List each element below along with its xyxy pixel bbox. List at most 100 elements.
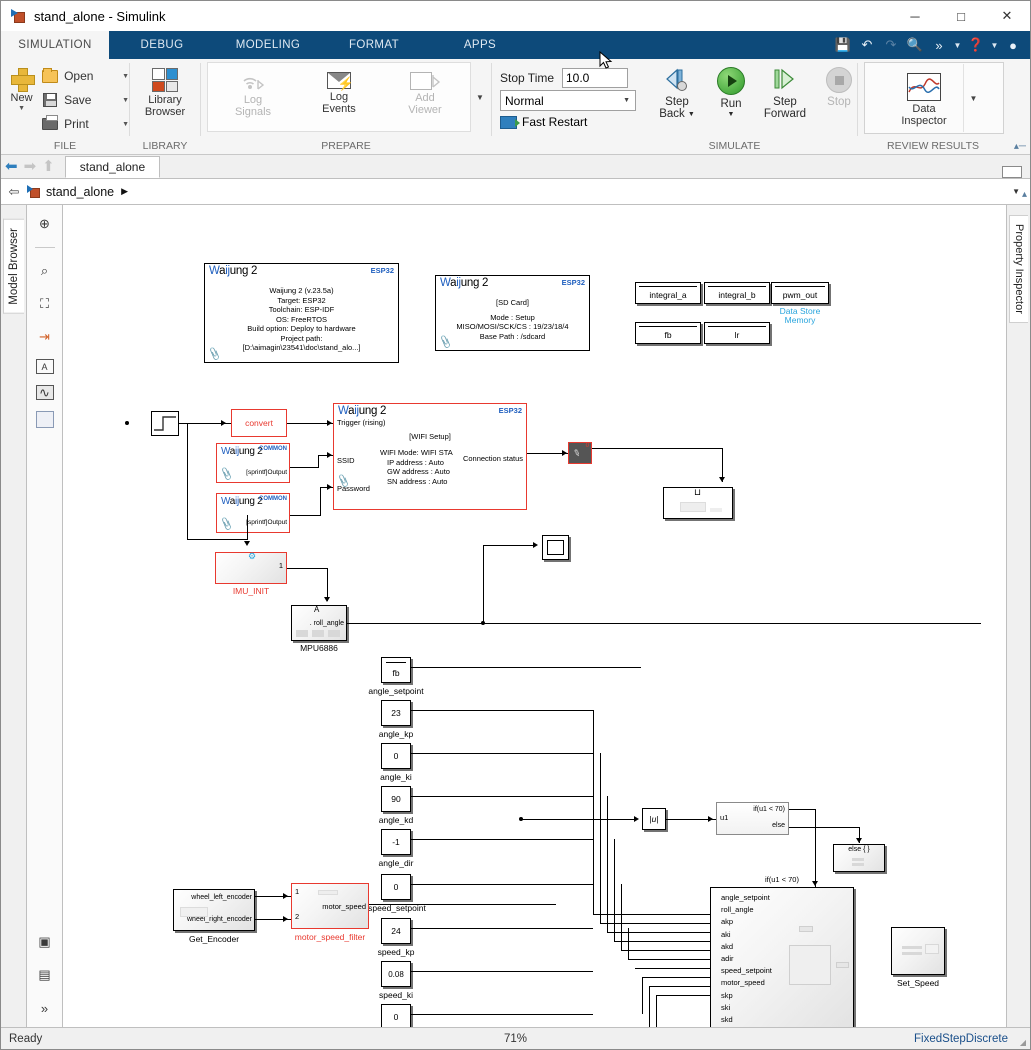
run-chevron-down-icon[interactable]: ▼ <box>728 111 735 118</box>
area-icon[interactable] <box>35 411 54 428</box>
save-icon[interactable]: 💾 <box>832 35 854 56</box>
data-store-lr[interactable]: lr <box>704 322 770 344</box>
close-button[interactable]: ✕ <box>984 1 1030 31</box>
breadcrumb-chevron-down-icon[interactable]: ▼ <box>1012 187 1020 196</box>
get-encoder-block[interactable]: wheel_left_encoder wheel_right_encoder <box>173 889 255 931</box>
redo-icon[interactable]: ↷ <box>880 35 902 56</box>
scope-block[interactable] <box>542 535 569 560</box>
constant-speed-setpoint[interactable]: 0 <box>381 874 411 900</box>
open-button[interactable]: Open ▼ <box>40 64 129 88</box>
constant-angle-dir[interactable]: -1 <box>381 829 411 855</box>
prepare-overflow-chevron-icon[interactable]: ▼ <box>471 62 489 132</box>
shortcuts-icon[interactable]: » <box>928 35 950 56</box>
legend-icon[interactable]: ▤ <box>34 964 56 986</box>
model-canvas[interactable]: Waijung 2 ESP32 Waijung 2 (v.23.5a) Targ… <box>63 205 1006 1027</box>
data-store-integral-b[interactable]: integral_b <box>704 282 770 304</box>
status-zoom-level[interactable]: 71% <box>504 1033 527 1045</box>
annotation-icon[interactable]: A <box>35 359 54 374</box>
if-block[interactable]: u1 if(u1 < 70) else <box>716 802 789 835</box>
signal-routing-icon[interactable]: ⇥ <box>34 326 56 348</box>
save-button[interactable]: Save ▼ <box>40 88 129 112</box>
status-solver[interactable]: FixedStepDiscrete <box>914 1033 1008 1045</box>
tab-modeling[interactable]: MODELING <box>215 31 321 59</box>
property-inspector-label[interactable]: Property Inspector <box>1009 215 1028 323</box>
abs-block[interactable]: |u| <box>642 808 666 830</box>
pulse-display-block[interactable]: ⊔ <box>663 487 733 519</box>
save-chevron-down-icon[interactable]: ▼ <box>106 97 129 104</box>
data-inspector-button[interactable]: Data Inspector <box>885 69 963 127</box>
data-store-fb[interactable]: fb <box>635 322 701 344</box>
model-browser-label[interactable]: Model Browser <box>3 219 24 314</box>
help-chevron-down-icon[interactable]: ▼ <box>989 41 1000 50</box>
open-chevron-down-icon[interactable]: ▼ <box>106 73 129 80</box>
constant-angle-setpoint[interactable]: fb <box>381 657 411 683</box>
scope-icon[interactable]: ∿ <box>35 385 54 400</box>
log-signals-button[interactable]: Log Signals <box>210 68 296 118</box>
constant-speed-kd[interactable]: 0 <box>381 1004 411 1027</box>
file-tab-stand-alone[interactable]: stand_alone <box>64 156 161 178</box>
resize-grip-icon[interactable]: ◢ <box>1020 1038 1026 1047</box>
maximize-button[interactable]: □ <box>938 1 984 31</box>
imu-init-block[interactable]: ⚙ 1 <box>215 551 287 584</box>
sprintf-password-block[interactable]: Waijung 2 COMMON [sprintf]Output 📎 <box>216 493 290 533</box>
wifi-setup-block[interactable]: Waijung 2 ESP32 Trigger (rising) SSID Pa… <box>333 403 527 510</box>
step-source-block[interactable] <box>151 411 179 436</box>
data-store-pwm-out[interactable]: pwm_out <box>771 282 829 304</box>
help-icon[interactable]: ❓ <box>965 35 987 56</box>
zoom-icon[interactable]: ⌕ <box>34 260 56 282</box>
step-back-button[interactable]: Step Back ▼ <box>650 67 704 120</box>
waijung-setup-block[interactable]: Waijung 2 ESP32 Waijung 2 (v.23.5a) Targ… <box>204 263 399 363</box>
nav-back-icon[interactable]: ⬅ <box>5 157 18 175</box>
print-button[interactable]: Print ▼ <box>40 112 129 136</box>
scope-small-block[interactable]: 0 ✎ <box>568 442 592 464</box>
keyboard-icon[interactable] <box>1002 166 1022 178</box>
motor-speed-filter-block[interactable]: 1 2 motor_speed <box>291 883 369 929</box>
stop-time-input[interactable] <box>562 68 628 88</box>
undo-icon[interactable]: ↶ <box>856 35 878 56</box>
snapshot-icon[interactable]: ▣ <box>34 931 56 953</box>
library-browser-button[interactable]: Library Browser <box>132 64 198 118</box>
tab-apps[interactable]: APPS <box>427 31 533 59</box>
new-chevron-down-icon[interactable]: ▼ <box>18 105 25 113</box>
fit-to-view-icon[interactable]: ⛶ <box>34 293 56 315</box>
data-store-integral-a[interactable]: integral_a <box>635 282 701 304</box>
fast-restart-button[interactable]: Fast Restart <box>500 111 636 133</box>
else-subsystem-block[interactable]: else { } <box>833 844 885 872</box>
waijung-sdcard-block[interactable]: Waijung 2 ESP32 [SD Card] Mode : Setup M… <box>435 275 590 351</box>
notification-icon[interactable]: ● <box>1002 35 1024 56</box>
breadcrumb-back-icon[interactable]: ⇦ <box>1 184 27 200</box>
constant-angle-kd[interactable]: 90 <box>381 786 411 812</box>
collapse-panel-icon[interactable]: ▴ <box>1022 189 1027 200</box>
balance-algorithm-block[interactable]: angle_setpoint roll_angle akp aki akd ad… <box>710 887 854 1027</box>
model-browser-dock[interactable]: Model Browser <box>1 205 27 1027</box>
property-inspector-dock[interactable]: Property Inspector ▴ <box>1006 189 1030 1027</box>
navigate-up-icon[interactable]: ⊕ <box>34 213 56 235</box>
minimize-button[interactable]: ─ <box>892 1 938 31</box>
add-viewer-button[interactable]: Add Viewer <box>382 68 468 116</box>
sprintf-ssid-block[interactable]: Waijung 2 COMMON [sprintf]Output 📎 <box>216 443 290 483</box>
review-overflow-chevron-icon[interactable]: ▼ <box>963 64 983 132</box>
convert-block[interactable]: convert <box>231 409 287 437</box>
step-forward-button[interactable]: Step Forward <box>758 67 812 120</box>
print-chevron-down-icon[interactable]: ▼ <box>106 121 129 128</box>
shortcuts-chevron-down-icon[interactable]: ▼ <box>952 41 963 50</box>
run-button[interactable]: Run ▼ <box>704 67 758 120</box>
nav-up-icon[interactable]: ⬆ <box>42 157 55 175</box>
search-icon[interactable]: 🔍 <box>904 35 926 56</box>
constant-speed-kp[interactable]: 24 <box>381 918 411 944</box>
constant-speed-ki[interactable]: 0.08 <box>381 961 411 987</box>
mpu6886-block[interactable]: A . roll_angle <box>291 605 347 641</box>
breadcrumb-root[interactable]: stand_alone <box>46 185 114 199</box>
simulation-mode-select[interactable]: Normal ▼ <box>500 90 636 111</box>
nav-forward-icon[interactable]: ➡ <box>24 157 37 175</box>
new-button[interactable]: New ▼ <box>5 64 38 113</box>
tab-format[interactable]: FORMAT <box>321 31 427 59</box>
tab-simulation[interactable]: SIMULATION <box>1 31 109 59</box>
constant-angle-kp[interactable]: 23 <box>381 700 411 726</box>
collapse-ribbon-icon[interactable]: ▴─ <box>1014 141 1026 152</box>
tab-debug[interactable]: DEBUG <box>109 31 215 59</box>
log-events-button[interactable]: ⚡ Log Events <box>296 68 382 115</box>
more-icon[interactable]: » <box>34 997 56 1019</box>
step-back-chevron-down-icon[interactable]: ▼ <box>688 111 695 118</box>
constant-angle-ki[interactable]: 0 <box>381 743 411 769</box>
